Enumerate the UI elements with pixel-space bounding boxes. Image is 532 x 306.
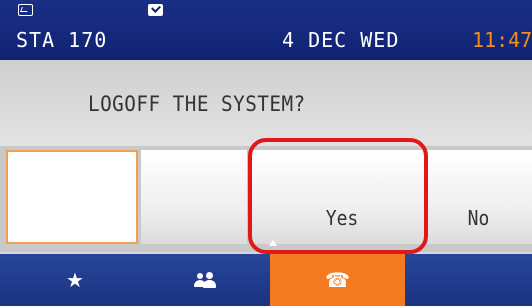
yes-button[interactable]: Yes <box>250 150 424 244</box>
station-number: STA 170 <box>16 28 108 52</box>
phone-icon: ☎ <box>325 268 350 292</box>
status-bar: STA 170 4 DEC WED 11:47 <box>0 0 532 60</box>
scroll-up-indicator-icon <box>269 240 277 246</box>
message-icon <box>148 4 163 16</box>
date-display: 4 DEC WED <box>282 28 400 52</box>
favorites-button[interactable]: ★ <box>30 254 120 306</box>
missed-call-icon <box>18 4 33 16</box>
bottom-nav: ★ ☎ <box>0 254 532 306</box>
softkey-2[interactable] <box>141 150 247 244</box>
phone-display: STA 170 4 DEC WED 11:47 LOGOFF THE SYSTE… <box>0 0 532 306</box>
yes-button-label: Yes <box>325 206 359 230</box>
softkey-1[interactable] <box>6 150 138 244</box>
softkey-row: Yes No <box>0 146 532 252</box>
contacts-icon <box>194 272 216 288</box>
phone-button[interactable]: ☎ <box>270 254 405 306</box>
nav-blank-area <box>405 254 532 306</box>
no-button[interactable]: No <box>427 150 532 244</box>
logoff-prompt: LOGOFF THE SYSTEM? <box>88 92 306 116</box>
star-icon: ★ <box>66 268 84 292</box>
time-display: 11:47 <box>472 28 532 52</box>
no-button-label: No <box>467 206 490 230</box>
contacts-button[interactable] <box>160 254 250 306</box>
prompt-area: LOGOFF THE SYSTEM? <box>0 60 532 146</box>
